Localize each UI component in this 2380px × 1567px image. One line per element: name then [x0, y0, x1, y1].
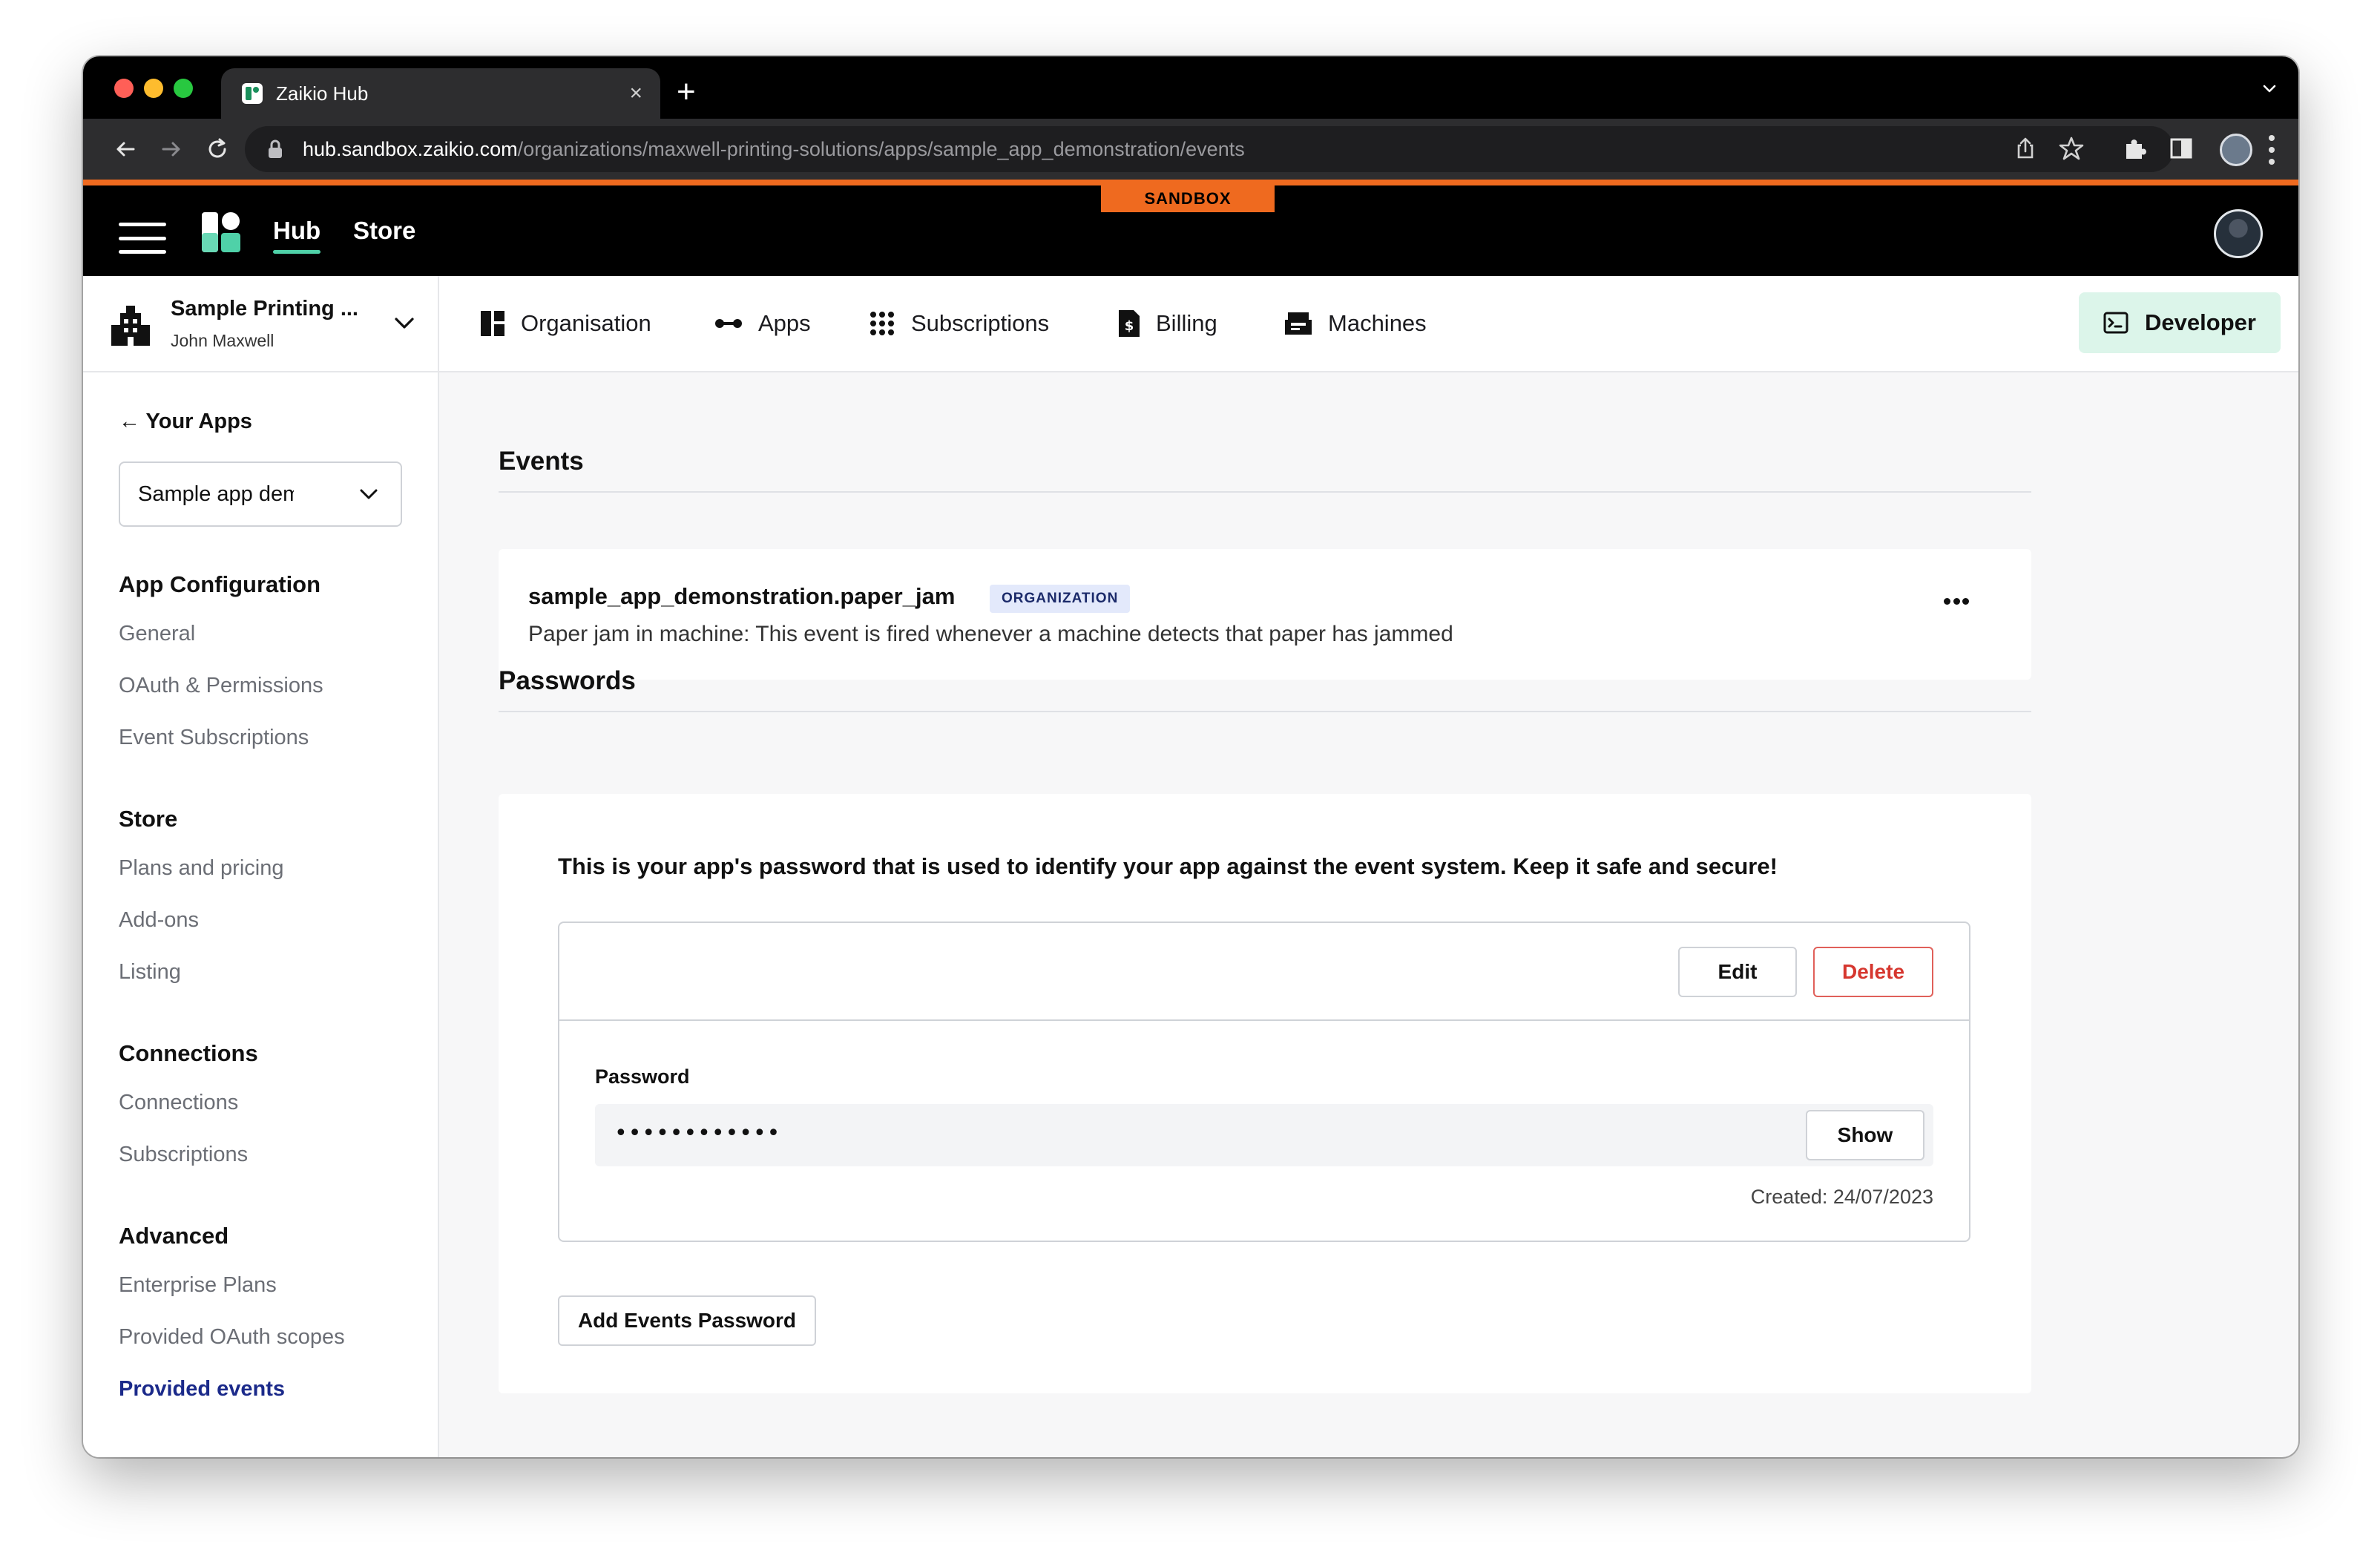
machine-icon — [1285, 312, 1312, 335]
sidebar-item-subscriptions[interactable]: Subscriptions — [119, 1143, 248, 1167]
sidebar-item-add-ons[interactable]: Add-ons — [119, 908, 199, 933]
delete-button[interactable]: Delete — [1813, 947, 1933, 997]
lock-icon — [269, 139, 282, 158]
event-scope-badge: ORGANIZATION — [990, 585, 1131, 613]
url-host: hub.sandbox.zaikio.com — [303, 137, 518, 160]
address-bar[interactable]: hub.sandbox.zaikio.com/organizations/max… — [245, 126, 2174, 172]
maximize-window-button[interactable] — [174, 79, 193, 98]
sidebar-item-enterprise-plans[interactable]: Enterprise Plans — [119, 1273, 277, 1298]
nav-apps[interactable]: Apps — [715, 276, 811, 371]
sidebar-heading-app-configuration: App Configuration — [119, 571, 321, 597]
sidebar-item-provided-oauth-scopes[interactable]: Provided OAuth scopes — [119, 1325, 345, 1350]
svg-text:$: $ — [1125, 318, 1134, 334]
app-select[interactable]: Sample app demonstration — [119, 461, 402, 527]
connection-icon — [715, 319, 742, 328]
password-label: Password — [595, 1065, 690, 1088]
chevron-down-icon — [395, 318, 414, 329]
minimize-window-button[interactable] — [144, 79, 163, 98]
nav-organisation-label: Organisation — [521, 310, 651, 336]
tab-strip: Zaikio Hub × + — [83, 56, 2298, 119]
new-tab-button[interactable]: + — [677, 76, 696, 108]
sidebar-item-plans-and-pricing[interactable]: Plans and pricing — [119, 856, 283, 881]
share-icon[interactable] — [2012, 135, 2039, 162]
sidebar-item-general[interactable]: General — [119, 622, 195, 646]
more-options-icon[interactable] — [1944, 598, 1969, 605]
main-content: Events sample_app_demonstration.paper_ja… — [439, 372, 2298, 1457]
chevron-down-icon — [360, 489, 378, 499]
sidebar-heading-store: Store — [119, 806, 178, 832]
sidebar-item-event-subscriptions[interactable]: Event Subscriptions — [119, 726, 309, 750]
password-created-date: Created: 24/07/2023 — [1750, 1186, 1933, 1208]
nav-billing[interactable]: $ Billing — [1119, 276, 1217, 371]
add-events-password-button[interactable]: Add Events Password — [558, 1295, 816, 1346]
edit-button[interactable]: Edit — [1678, 947, 1797, 997]
sidebar-heading-connections: Connections — [119, 1040, 258, 1066]
tab-close-icon[interactable]: × — [629, 82, 642, 105]
password-field[interactable]: •••••••••••• Show — [595, 1104, 1933, 1166]
browser-window: Zaikio Hub × + hub.sandbox.zaikio.com/or… — [83, 56, 2298, 1457]
nav-organisation[interactable]: Organisation — [481, 276, 651, 371]
passwords-card: This is your app's password that is used… — [499, 794, 2031, 1393]
back-to-your-apps-link[interactable]: ← Your Apps — [119, 410, 252, 434]
nav-apps-label: Apps — [758, 310, 811, 336]
developer-label: Developer — [2145, 309, 2256, 335]
zaikio-favicon-icon — [242, 83, 263, 104]
password-value: •••••••••••• — [614, 1120, 781, 1146]
nav-hub[interactable]: Hub — [273, 217, 321, 254]
nav-machines-label: Machines — [1328, 310, 1427, 336]
sidebar-item-oauth-permissions[interactable]: OAuth & Permissions — [119, 674, 323, 698]
dashboard-icon — [481, 311, 504, 336]
browser-toolbar: hub.sandbox.zaikio.com/organizations/max… — [83, 119, 2298, 180]
nav-store[interactable]: Store — [353, 217, 415, 245]
back-arrow-icon[interactable] — [113, 137, 138, 162]
sidebar-item-listing[interactable]: Listing — [119, 960, 181, 985]
browser-tab[interactable]: Zaikio Hub × — [221, 68, 660, 119]
hamburger-menu-icon[interactable] — [119, 223, 166, 254]
forward-arrow-icon[interactable] — [159, 137, 184, 162]
nav-machines[interactable]: Machines — [1285, 276, 1427, 371]
developer-button[interactable]: Developer — [2079, 292, 2281, 353]
organization-switcher[interactable]: Sample Printing ... John Maxwell — [83, 276, 439, 371]
passwords-intro: This is your app's password that is used… — [558, 853, 1778, 879]
reload-icon[interactable] — [205, 137, 230, 162]
show-password-button[interactable]: Show — [1806, 1110, 1924, 1160]
grid-icon — [870, 312, 894, 335]
url-path: /organizations/maxwell-printing-solution… — [517, 137, 1245, 160]
browser-menu-icon[interactable] — [2269, 135, 2276, 165]
event-name: sample_app_demonstration.paper_jam — [528, 583, 956, 609]
event-card: sample_app_demonstration.paper_jam ORGAN… — [499, 549, 2031, 680]
nav-subscriptions-label: Subscriptions — [911, 310, 1050, 336]
zaikio-logo-icon[interactable] — [202, 212, 240, 252]
extensions-puzzle-icon[interactable] — [2122, 135, 2149, 162]
events-section-title: Events — [499, 447, 584, 476]
events-divider — [499, 491, 2031, 493]
sidebar-item-provided-events[interactable]: Provided events — [119, 1377, 285, 1402]
app-select-value: Sample app demonstration — [138, 482, 294, 506]
tab-search-chevron-icon[interactable] — [2261, 80, 2278, 96]
browser-profile-avatar[interactable] — [2220, 134, 2252, 166]
terminal-icon — [2103, 312, 2128, 334]
password-box: Edit Delete Password •••••••••••• Show C… — [558, 922, 1970, 1242]
event-description: Paper jam in machine: This event is fire… — [528, 622, 1453, 646]
organization-user: John Maxwell — [171, 331, 275, 350]
sandbox-badge: SANDBOX — [1101, 185, 1275, 212]
building-icon — [111, 306, 150, 346]
bookmark-star-icon[interactable] — [2058, 135, 2085, 162]
nav-billing-label: Billing — [1156, 310, 1217, 336]
organization-bar: Sample Printing ... John Maxwell Organis… — [83, 276, 2298, 372]
passwords-divider — [499, 711, 2031, 712]
invoice-icon: $ — [1119, 310, 1140, 337]
sidebar-heading-advanced: Advanced — [119, 1223, 229, 1249]
user-avatar[interactable] — [2214, 209, 2263, 258]
nav-subscriptions[interactable]: Subscriptions — [870, 276, 1049, 371]
side-panel-icon[interactable] — [2168, 135, 2195, 162]
organization-name: Sample Printing ... — [171, 297, 358, 321]
passwords-section-title: Passwords — [499, 666, 636, 695]
close-window-button[interactable] — [114, 79, 134, 98]
password-box-header: Edit Delete — [559, 923, 1969, 1021]
sidebar-item-connections[interactable]: Connections — [119, 1091, 238, 1115]
sidebar: ← Your Apps Sample app demonstration App… — [83, 372, 439, 1457]
tab-title: Zaikio Hub — [276, 82, 369, 105]
sandbox-indicator-line — [83, 180, 2298, 185]
